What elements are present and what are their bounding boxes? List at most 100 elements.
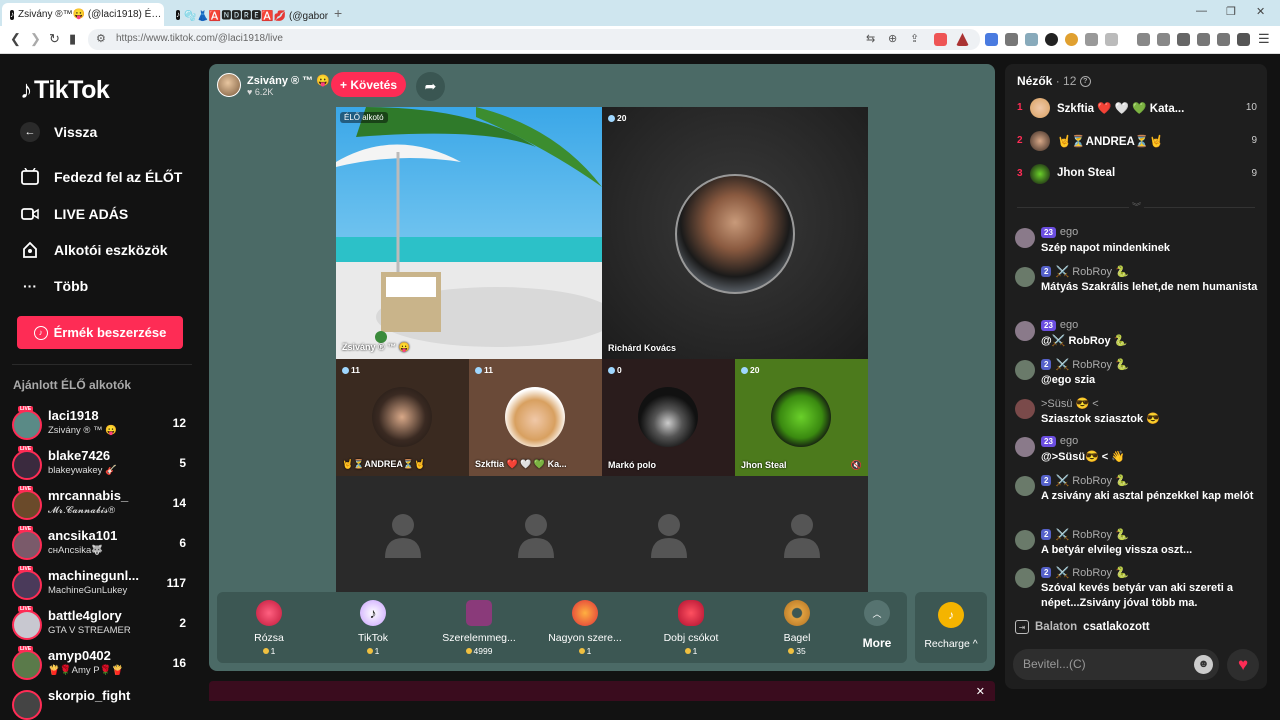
guest-video-tile[interactable]: 11 Szkftia ❤️ 🤍 💚 Ka... [469,359,602,476]
downloads-icon[interactable] [1137,33,1150,46]
chat-username[interactable]: ⚔️ RobRoy 🐍 [1055,566,1128,579]
vpn-icon[interactable] [1237,33,1250,46]
guest-video-tile[interactable]: 20 Jhon Steal 🔇 [735,359,868,476]
extension-icon[interactable] [1045,33,1058,46]
tiktok-logo[interactable]: ♪TikTok [20,76,110,105]
chat-username[interactable]: ⚔️ RobRoy 🐍 [1055,358,1128,371]
back-nav-icon[interactable]: ❮ [10,31,21,47]
empty-guest-slot[interactable] [602,476,735,593]
site-settings-icon[interactable]: ⚙ [96,32,106,45]
like-count: ♥ 6.2K [247,87,274,97]
bookmark-icon[interactable]: ▮ [69,31,76,47]
creator-item[interactable]: LIVE amyp0402 🍟🌹Amy P🌹🍟 16 [12,646,190,684]
reload-icon[interactable]: ↻ [49,31,60,47]
creator-item[interactable]: LIVE ancsika101 ᴄнAncsika🐺 6 [12,526,190,564]
address-bar-row: ❮ ❯ ↻ ▮ ⚙ https://www.tiktok.com/@laci19… [0,26,1280,54]
creator-item[interactable]: skorpio_fight [12,686,190,720]
heart-icon: ♥ [1237,655,1249,674]
close-banner-icon[interactable]: ✕ [976,685,985,698]
extension-icon[interactable] [1065,33,1078,46]
brave-shield-icon[interactable] [934,33,947,46]
nav-explore-live[interactable]: Fedezd fel az ÉLŐT [20,167,182,187]
sidebar-toggle-icon[interactable] [1177,33,1190,46]
translate-icon[interactable]: ⇆ [866,32,875,45]
chat-username[interactable]: ego [1060,319,1078,331]
chat-username[interactable]: ego [1060,226,1078,238]
gift-tiktok[interactable]: ♪ TikTok 1 [323,600,423,656]
join-notice: ⇥ Balaton csatlakozott [1015,620,1150,634]
live-tv-icon [20,167,40,187]
tiktok-favicon-icon: ♪ [10,9,14,20]
top-viewer-row[interactable]: 1 Szkftia ❤️ 🤍 💚 Kata... 10 [1017,98,1257,120]
extension-icon[interactable] [1105,33,1118,46]
chat-username[interactable]: ego [1060,435,1078,447]
like-heart-button[interactable]: ♥ [1227,649,1259,681]
extensions-puzzle-icon[interactable] [1085,33,1098,46]
minimize-icon[interactable]: — [1196,5,1207,17]
close-window-icon[interactable]: ✕ [1256,5,1265,18]
user-placeholder-icon [384,513,421,558]
leo-icon[interactable] [1217,33,1230,46]
empty-guest-slot[interactable] [469,476,602,593]
host-info[interactable]: Zsivány ® ™ 😛 ♥ 6.2K [217,72,330,98]
coin-icon: ♪ [938,602,964,628]
top-viewer-row[interactable]: 3 Jhon Steal 9 [1017,164,1257,186]
guest-video-tile[interactable]: 20 Richárd Kovács [602,107,868,359]
nav-more[interactable]: ··· Több [20,276,88,296]
top-viewer-row[interactable]: 2 🤘⏳ANDREA⏳🤘 9 [1017,131,1257,153]
new-tab-button[interactable]: + [334,5,342,21]
lightbulb-icon [20,240,40,260]
chat-username[interactable]: ⚔️ RobRoy 🐍 [1055,474,1128,487]
rewards-icon[interactable] [956,33,969,46]
creator-item[interactable]: LIVE laci1918 Zsivány ® ™ 😛 12 [12,406,190,444]
expand-chevron-icon[interactable]: ︾ [1129,200,1145,213]
creator-item[interactable]: LIVE battle4glory GTA V STREAMER 2 [12,606,190,644]
gift-heart-hug[interactable]: Nagyon szere... 1 [535,600,635,656]
zoom-icon[interactable]: ⊕ [888,32,897,45]
creator-item[interactable]: LIVE blake7426 blakeywakey 🎸 5 [12,446,190,484]
viewer-icon [741,366,748,374]
back-link[interactable]: ← Vissza [20,122,97,142]
guest-video-tile[interactable]: 11 🤘⏳ANDREA⏳🤘 [336,359,469,476]
creator-item[interactable]: LIVE mrcannabis_ 𝓜𝓻.𝓒𝓪𝓷𝓷𝓪𝓫𝓲𝓼® 14 [12,486,190,524]
chat-input[interactable]: Bevitel...(C) ☻ [1013,649,1219,680]
level-badge: 2 [1041,567,1052,578]
chat-username[interactable]: ⚔️ RobRoy 🐍 [1055,528,1128,541]
host-video-tile[interactable]: ÉLŐ alkotó Zsivány ® ™ 😛 [336,107,602,359]
beach-scene-image [336,107,602,359]
menu-icon[interactable]: ☰ [1258,31,1270,47]
extension-icon[interactable] [1005,33,1018,46]
forward-nav-icon[interactable]: ❯ [30,31,41,47]
media-icon[interactable] [1157,33,1170,46]
chat-username[interactable]: >Süsü 😎 < [1041,397,1099,410]
nav-go-live[interactable]: LIVE ADÁS [20,204,128,224]
share-icon[interactable]: ➦ [416,72,445,101]
gift-rose[interactable]: Rózsa 1 [219,600,319,656]
gift-love-box[interactable]: Szerelemmeg... 4999 [429,600,529,656]
browser-tab-active[interactable]: ♪ Zsivány ®™😛 (@laci1918) É… ✕ [2,3,164,26]
level-badge: 23 [1041,319,1056,331]
host-avatar[interactable] [217,73,241,97]
share-page-icon[interactable]: ⇪ [910,32,919,45]
gift-kiss[interactable]: Dobj csókot 1 [641,600,741,656]
empty-guest-slot[interactable] [336,476,469,593]
maximize-icon[interactable]: ❐ [1226,5,1236,18]
gift-bagel[interactable]: Bagel 35 [747,600,847,656]
get-coins-button[interactable]: ♪ Érmék beszerzése [17,316,183,349]
empty-guest-slot[interactable] [735,476,868,593]
extension-icon[interactable] [1025,33,1038,46]
wallet-icon[interactable] [1197,33,1210,46]
more-gifts-button[interactable]: ︿ More [857,600,897,650]
recommended-heading: Ajánlott ÉLŐ alkotók [13,378,132,392]
chat-username[interactable]: ⚔️ RobRoy 🐍 [1055,265,1128,278]
guest-video-tile[interactable]: 0 Markó polo [602,359,735,476]
extension-translate-icon[interactable] [985,33,998,46]
browser-tab[interactable]: ♪ 🫧👗🅰️🅽🅳🆁🅴🅰️💋 (@gabor [168,3,328,26]
help-icon[interactable]: ? [1079,76,1091,88]
recharge-button[interactable]: ♪ Recharge ^ [915,592,987,663]
follow-button[interactable]: + Követés [331,72,406,97]
url-field[interactable]: ⚙ https://www.tiktok.com/@laci1918/live … [88,29,980,50]
emoji-icon[interactable]: ☻ [1194,655,1213,674]
nav-creator-tools[interactable]: Alkotói eszközök [20,240,168,260]
creator-item[interactable]: LIVE machinegunl... MachineGunLukey 117 [12,566,190,604]
